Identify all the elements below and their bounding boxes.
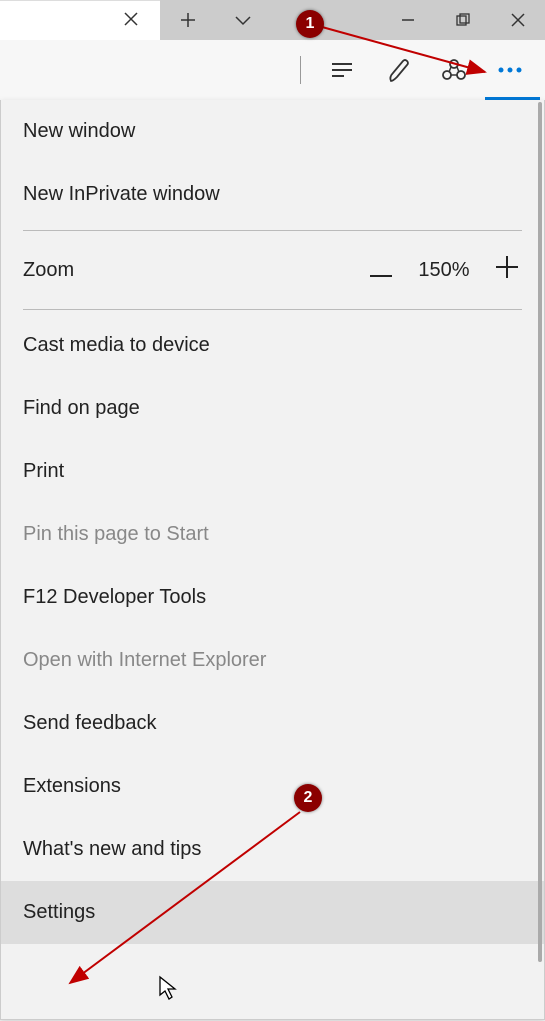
menu-find[interactable]: Find on page xyxy=(1,377,544,440)
menu-cast[interactable]: Cast media to device xyxy=(1,314,544,377)
tab-strip xyxy=(0,0,160,40)
zoom-out-button[interactable] xyxy=(366,255,396,285)
menu-divider xyxy=(23,309,522,310)
minimize-button[interactable] xyxy=(380,0,435,40)
menu-settings[interactable]: Settings xyxy=(1,881,544,944)
menu-devtools[interactable]: F12 Developer Tools xyxy=(1,566,544,629)
tab-preview-button[interactable] xyxy=(215,0,270,40)
menu-open-ie: Open with Internet Explorer xyxy=(1,629,544,692)
window-controls xyxy=(160,0,545,40)
zoom-controls: 150% xyxy=(366,255,522,285)
settings-dropdown-menu: New window New InPrivate window Zoom 150… xyxy=(0,100,545,1020)
menu-zoom-row: Zoom 150% xyxy=(1,235,544,305)
menu-print[interactable]: Print xyxy=(1,440,544,503)
toolbar-divider xyxy=(300,56,301,84)
reading-list-icon[interactable] xyxy=(317,45,367,95)
title-bar xyxy=(0,0,545,40)
menu-new-inprivate[interactable]: New InPrivate window xyxy=(1,163,544,226)
maximize-button[interactable] xyxy=(435,0,490,40)
zoom-label: Zoom xyxy=(23,259,74,282)
zoom-value: 150% xyxy=(414,259,474,282)
new-tab-button[interactable] xyxy=(160,0,215,40)
menu-divider xyxy=(23,230,522,231)
zoom-in-button[interactable] xyxy=(492,255,522,285)
scrollbar[interactable] xyxy=(538,102,542,962)
notes-icon[interactable] xyxy=(373,45,423,95)
menu-feedback[interactable]: Send feedback xyxy=(1,692,544,755)
more-options-button[interactable] xyxy=(485,45,535,95)
close-window-button[interactable] xyxy=(490,0,545,40)
tab-close-button[interactable] xyxy=(112,2,150,39)
menu-pin: Pin this page to Start xyxy=(1,503,544,566)
toolbar xyxy=(0,40,545,100)
share-icon[interactable] xyxy=(429,45,479,95)
menu-new-window[interactable]: New window xyxy=(1,100,544,163)
menu-whatsnew[interactable]: What's new and tips xyxy=(1,818,544,881)
menu-extensions[interactable]: Extensions xyxy=(1,755,544,818)
